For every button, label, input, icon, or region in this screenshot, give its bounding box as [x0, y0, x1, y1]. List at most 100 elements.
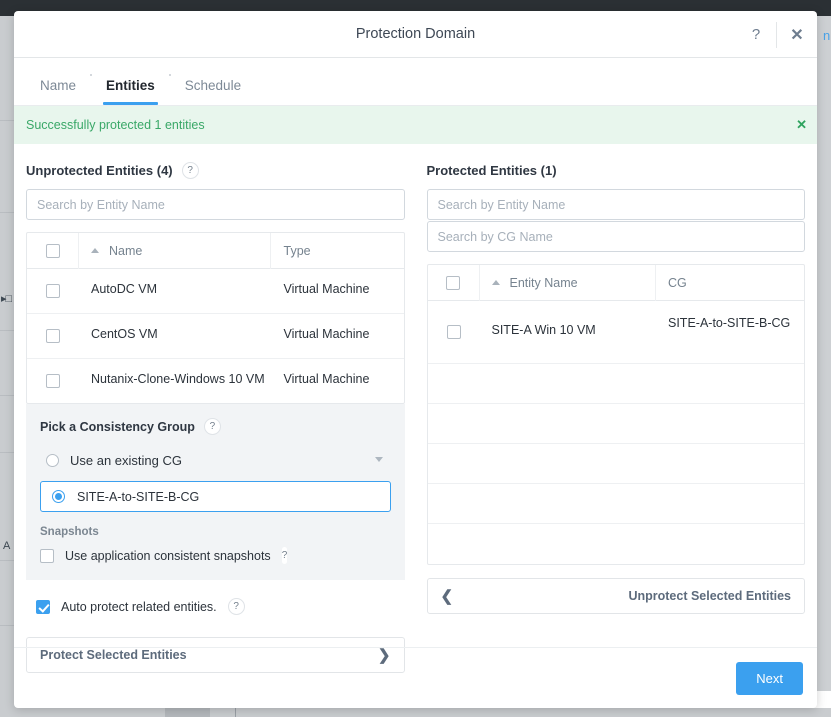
entity-type-cell: Virtual Machine [283, 327, 370, 341]
row-select-cell [27, 359, 79, 403]
unprotected-entities-panel: Unprotected Entities (4) ? Name [26, 162, 405, 673]
tab-entities[interactable]: Entities [92, 78, 169, 106]
table-row-empty [427, 484, 804, 524]
entity-type-cell: Virtual Machine [283, 372, 370, 386]
select-all-checkbox[interactable] [446, 275, 460, 290]
help-icon[interactable]: ? [736, 11, 776, 58]
row-checkbox[interactable] [46, 284, 60, 298]
auto-protect-label: Auto protect related entities. [61, 599, 217, 614]
select-all-header [27, 232, 79, 269]
background-left-glyph: ▸□ [1, 293, 12, 305]
app-consistent-snapshots-row[interactable]: Use application consistent snapshots ? [40, 547, 391, 564]
unprotected-entities-table: Name Type AutoDC VM Virtual Machine Cent… [26, 232, 405, 404]
unprotect-selected-entities-button[interactable]: ❮ Unprotect Selected Entities [426, 578, 805, 614]
protected-entities-table: Entity Name CG SITE-A Win 10 VM SITE-A-t… [426, 264, 805, 565]
selected-cg-label: SITE-A-to-SITE-B-CG [77, 489, 200, 504]
tab-schedule[interactable]: Schedule [171, 78, 255, 106]
existing-cg-label: Use an existing CG [70, 452, 182, 468]
row-checkbox[interactable] [46, 329, 60, 343]
unprotected-search-input[interactable] [26, 189, 405, 220]
selected-cg-option[interactable]: SITE-A-to-SITE-B-CG [40, 481, 391, 512]
row-select-cell [27, 269, 79, 313]
table-row-empty [427, 404, 804, 444]
chevron-left-icon: ❮ [440, 588, 454, 605]
protected-entities-title: Protected Entities (1) [427, 162, 806, 179]
existing-cg-option[interactable]: Use an existing CG [40, 448, 391, 472]
consistency-group-label: Pick a Consistency Group [40, 419, 195, 434]
app-consistent-help-icon[interactable]: ? [281, 547, 288, 564]
dialog-header-actions: ? ✕ [736, 11, 817, 58]
entity-name-cell: Nutanix-Clone-Windows 10 VM [91, 372, 265, 386]
entity-name-cell: AutoDC VM [91, 282, 157, 296]
table-row[interactable]: CentOS VM Virtual Machine [27, 314, 404, 359]
column-header-name-label: Name [109, 243, 143, 258]
row-checkbox[interactable] [446, 325, 461, 339]
protected-entities-panel: Protected Entities (1) Entity Name [426, 162, 806, 652]
unprotected-help-icon[interactable]: ? [181, 162, 199, 179]
snapshots-label: Snapshots [40, 526, 99, 538]
background-right-label: n [823, 28, 831, 43]
sort-ascending-icon [491, 280, 500, 285]
tab-name[interactable]: Name [26, 78, 90, 106]
entity-type-cell: Virtual Machine [283, 282, 370, 296]
chevron-down-icon[interactable] [374, 457, 383, 462]
consistency-group-title: Pick a Consistency Group ? [40, 418, 391, 435]
unprotected-entities-label: Unprotected Entities (4) [26, 163, 173, 178]
tab-separator-dot [168, 73, 171, 76]
auto-protect-help-icon[interactable]: ? [227, 598, 245, 615]
protected-search-stack [426, 189, 805, 252]
sort-ascending-icon [91, 248, 99, 253]
auto-protect-checkbox[interactable] [36, 599, 50, 614]
column-header-type-label: Type [283, 243, 311, 258]
protected-search-cg-input[interactable] [426, 221, 805, 252]
tab-separator-dot [90, 73, 93, 76]
table-header-row: Name Type [27, 232, 404, 269]
protection-domain-dialog: Protection Domain ? ✕ Name Entities Sche… [14, 11, 817, 708]
row-select-cell [428, 301, 480, 363]
protected-entity-cg-cell: SITE-A-to-SITE-B-CG [668, 316, 791, 330]
protected-entities-label: Protected Entities (1) [426, 163, 557, 178]
app-consistent-snapshots-checkbox[interactable] [40, 548, 54, 563]
dialog-header: Protection Domain ? ✕ [14, 11, 817, 58]
row-select-cell [27, 314, 79, 358]
app-consistent-snapshots-label: Use application consistent snapshots [65, 548, 271, 563]
close-icon[interactable]: ✕ [777, 11, 817, 58]
unprotect-selected-entities-label: Unprotect Selected Entities [628, 589, 791, 603]
row-checkbox[interactable] [46, 374, 60, 388]
entity-name-cell: CentOS VM [91, 327, 158, 341]
selected-cg-radio[interactable] [52, 490, 65, 503]
next-button[interactable]: Next [736, 661, 803, 695]
column-header-cg[interactable]: CG [656, 265, 804, 301]
column-header-entity-name[interactable]: Entity Name [480, 264, 656, 301]
consistency-group-section: Pick a Consistency Group ? Use an existi… [26, 404, 405, 580]
protected-entity-name-cell: SITE-A Win 10 VM [491, 323, 596, 337]
auto-protect-row[interactable]: Auto protect related entities. ? [36, 598, 405, 615]
dialog-footer: Next [14, 647, 817, 708]
table-row[interactable]: AutoDC VM Virtual Machine [27, 269, 404, 314]
page-root: ▸□ A n Protection Domain ? ✕ Name Entiti… [0, 0, 831, 717]
dialog-body: Unprotected Entities (4) ? Name [14, 144, 817, 673]
background-bottom-tick [235, 708, 236, 717]
protected-search-entity-input[interactable] [426, 189, 805, 220]
background-left-glyph-secondary: A [3, 540, 11, 552]
consistency-group-help-icon[interactable]: ? [203, 418, 221, 435]
table-row-empty [427, 364, 804, 404]
column-header-entity-name-label: Entity Name [509, 275, 578, 290]
unprotected-entities-title: Unprotected Entities (4) ? [26, 162, 405, 179]
success-banner: Successfully protected 1 entities ✕ [14, 106, 817, 144]
wizard-tabs: Name Entities Schedule [14, 58, 817, 106]
table-row-empty [427, 444, 804, 484]
column-header-cg-label: CG [668, 275, 687, 290]
column-header-name[interactable]: Name [79, 232, 271, 269]
column-header-type[interactable]: Type [271, 233, 404, 269]
background-bottom-strip [0, 708, 831, 717]
table-row[interactable]: Nutanix-Clone-Windows 10 VM Virtual Mach… [27, 359, 404, 403]
banner-close-icon[interactable]: ✕ [796, 117, 807, 133]
background-bottom-segment [165, 708, 210, 717]
success-banner-message: Successfully protected 1 entities [26, 118, 205, 132]
table-row[interactable]: SITE-A Win 10 VM SITE-A-to-SITE-B-CG [427, 301, 804, 364]
existing-cg-radio[interactable] [46, 453, 59, 467]
page-title: Protection Domain [355, 26, 476, 42]
table-row-empty [428, 524, 805, 564]
select-all-checkbox[interactable] [45, 243, 60, 258]
